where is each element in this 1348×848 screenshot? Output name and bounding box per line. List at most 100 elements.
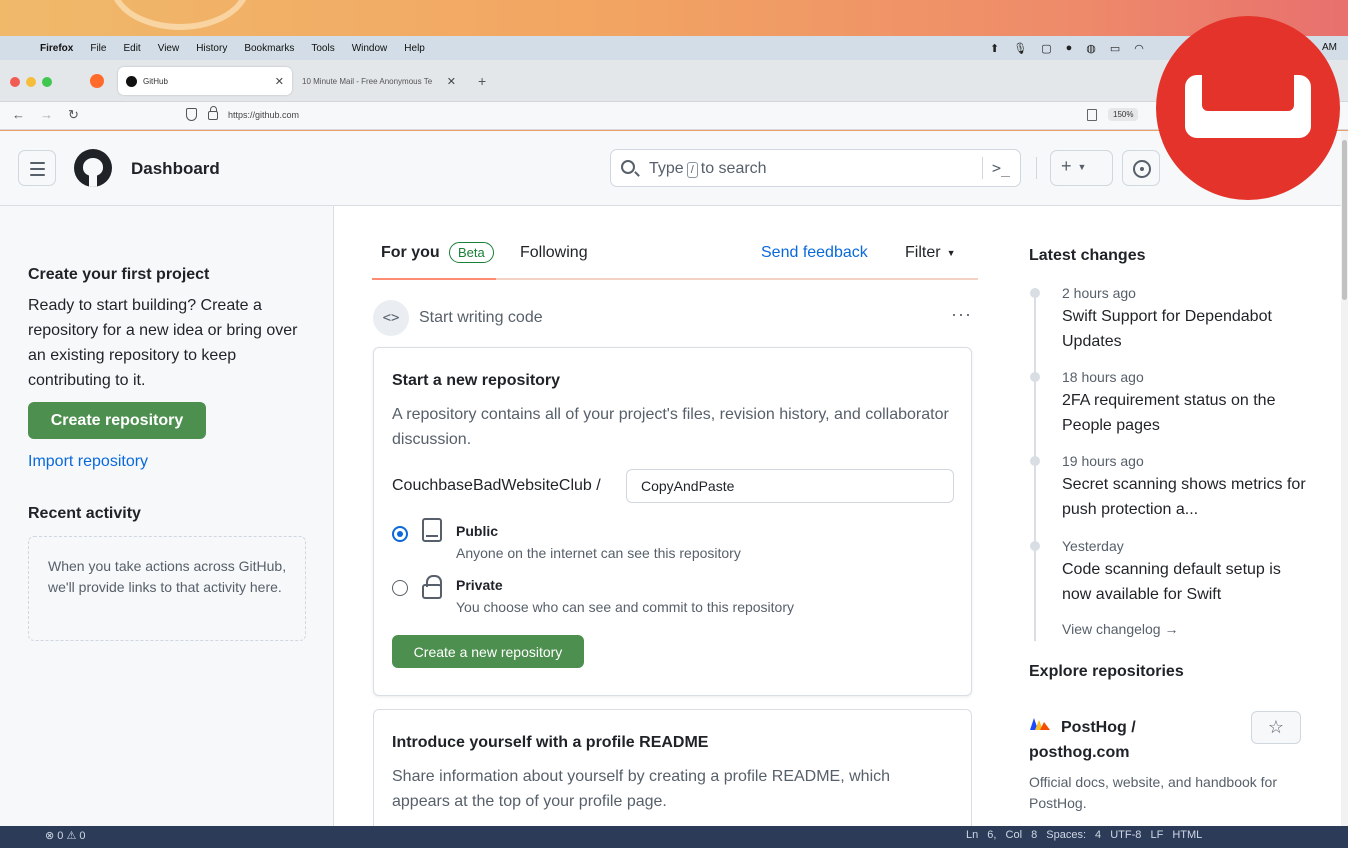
browser-tab-bar: GitHub ✕ 10 Minute Mail - Free Anonymous…: [0, 60, 1348, 102]
tab-github[interactable]: GitHub ✕: [118, 67, 292, 95]
sun-graphic: [110, 0, 250, 30]
tab-10-minute-mail[interactable]: 10 Minute Mail - Free Anonymous Te ✕: [294, 67, 464, 95]
minimize-window-button[interactable]: [26, 77, 36, 87]
public-desc: Anyone on the internet can see this repo…: [456, 545, 741, 561]
new-repository-desc: A repository contains all of your projec…: [392, 406, 949, 448]
create-project-heading: Create your first project: [28, 266, 210, 283]
import-repository-link[interactable]: Import repository: [28, 453, 148, 471]
tab-following[interactable]: Following: [520, 244, 588, 262]
menu-tools[interactable]: Tools: [311, 43, 334, 54]
reader-view-icon[interactable]: [1087, 109, 1097, 121]
change-title-link[interactable]: 2FA requirement status on the People pag…: [1062, 388, 1307, 438]
timeline-dot: [1030, 288, 1040, 298]
hamburger-menu-button[interactable]: [18, 150, 56, 186]
change-time: 2 hours ago: [1062, 285, 1136, 301]
github-logo-icon[interactable]: [74, 149, 112, 187]
search-icon: [621, 160, 635, 174]
menu-edit[interactable]: Edit: [123, 43, 140, 54]
public-label: Public: [456, 523, 499, 539]
issues-button[interactable]: [1122, 150, 1160, 186]
code-icon: <>: [373, 300, 409, 336]
tracking-shield-icon[interactable]: [186, 108, 197, 121]
menu-bookmarks[interactable]: Bookmarks: [244, 43, 294, 54]
close-tab-icon[interactable]: ✕: [447, 75, 456, 88]
pinned-tab-icon[interactable]: [90, 74, 104, 88]
filter-dropdown[interactable]: Filter ▼: [905, 244, 955, 262]
create-new-repository-button[interactable]: Create a new repository: [392, 635, 584, 668]
star-icon[interactable]: ☆: [1251, 711, 1301, 744]
battery-icon[interactable]: ▭: [1110, 42, 1120, 55]
change-time: Yesterday: [1062, 538, 1124, 554]
search-input[interactable]: Type / to search: [610, 149, 1021, 187]
active-tab-indicator: [372, 278, 496, 280]
tab-title: GitHub: [143, 76, 168, 86]
new-tab-button[interactable]: +: [478, 73, 486, 89]
private-radio[interactable]: [392, 580, 408, 596]
repo-owner-label: CouchbaseBadWebsiteClub /: [392, 477, 601, 494]
record-icon[interactable]: ●: [1066, 42, 1073, 54]
menu-help[interactable]: Help: [404, 43, 425, 54]
explore-repo-desc: Official docs, website, and handbook for…: [1029, 774, 1278, 811]
dashboard-main: Create your first project Ready to start…: [0, 206, 1341, 826]
private-label: Private: [456, 577, 503, 593]
globe-icon[interactable]: ◍: [1086, 42, 1096, 55]
reload-icon[interactable]: ↻: [68, 107, 79, 123]
maximize-window-button[interactable]: [42, 77, 52, 87]
send-feedback-link[interactable]: Send feedback: [761, 244, 868, 262]
public-radio[interactable]: [392, 526, 408, 542]
timeline-line: [1034, 291, 1036, 641]
latest-changes-heading: Latest changes: [1029, 247, 1146, 264]
timeline-dot: [1030, 541, 1040, 551]
close-window-button[interactable]: [10, 77, 20, 87]
start-writing-code-label: Start writing code: [419, 309, 543, 326]
change-title-link[interactable]: Swift Support for Dependabot Updates: [1062, 304, 1307, 354]
menu-file[interactable]: File: [90, 43, 106, 54]
create-repository-button[interactable]: Create repository: [28, 402, 206, 439]
lock-icon[interactable]: [208, 106, 218, 120]
repo-name-input[interactable]: CopyAndPaste: [626, 469, 954, 503]
mac-menubar: Firefox File Edit View History Bookmarks…: [0, 36, 1348, 60]
close-tab-icon[interactable]: ✕: [275, 75, 284, 88]
screen-share-icon[interactable]: ⬆: [990, 42, 999, 55]
forward-arrow-icon[interactable]: →: [40, 107, 53, 122]
desktop-wallpaper: [0, 0, 1348, 36]
editor-status-info[interactable]: Ln 6, Col 8 Spaces: 4 UTF-8 LF HTML: [966, 829, 1202, 841]
github-favicon-icon: [126, 75, 137, 87]
menu-history[interactable]: History: [196, 43, 227, 54]
slash-key-hint: /: [686, 162, 698, 178]
new-repository-card: Start a new repository A repository cont…: [373, 347, 972, 696]
back-arrow-icon[interactable]: ←: [12, 107, 25, 122]
browser-nav-bar: ← → ↻ https://github.com 150%: [0, 102, 1348, 130]
zoom-level[interactable]: 150%: [1108, 108, 1139, 121]
change-title-link[interactable]: Code scanning default setup is now avail…: [1062, 557, 1307, 607]
command-palette-icon[interactable]: >_: [992, 159, 1010, 177]
problems-count[interactable]: ⊗ 0 ⚠ 0: [45, 829, 85, 842]
new-repository-title: Start a new repository: [392, 372, 561, 389]
menu-window[interactable]: Window: [352, 43, 388, 54]
change-title-link[interactable]: Secret scanning shows metrics for push p…: [1062, 472, 1307, 522]
search-placeholder: Type / to search: [649, 160, 767, 178]
menubar-clock[interactable]: AM: [1322, 42, 1337, 53]
create-new-button[interactable]: + ▼: [1050, 150, 1113, 186]
explore-repo-link[interactable]: PostHog / posthog.com: [1029, 715, 1159, 765]
profile-readme-title: Introduce yourself with a profile README: [392, 734, 709, 751]
timeline-dot: [1030, 456, 1040, 466]
hamburger-line: [30, 162, 45, 164]
hamburger-line: [30, 168, 45, 170]
menu-firefox[interactable]: Firefox: [40, 43, 73, 54]
beta-badge: Beta: [449, 242, 494, 263]
wifi-icon[interactable]: ◠: [1134, 42, 1144, 55]
change-time: 18 hours ago: [1062, 369, 1144, 385]
view-changelog-link[interactable]: View changelog →: [1062, 621, 1178, 637]
microphone-icon[interactable]: 🎙: [1013, 42, 1027, 55]
couchbase-logo-icon: [1156, 16, 1340, 200]
repo-icon: [422, 518, 442, 542]
page-title[interactable]: Dashboard: [131, 159, 220, 179]
display-icon[interactable]: ▢: [1041, 42, 1051, 55]
tab-for-you[interactable]: For you: [381, 244, 440, 262]
scrollbar-thumb[interactable]: [1342, 140, 1347, 300]
menubar-status-icons: ⬆ 🎙 ▢ ● ◍ ▭ ◠: [990, 36, 1144, 60]
menu-view[interactable]: View: [158, 43, 180, 54]
more-options-icon[interactable]: ···: [951, 304, 972, 325]
url-bar[interactable]: https://github.com: [228, 110, 299, 120]
